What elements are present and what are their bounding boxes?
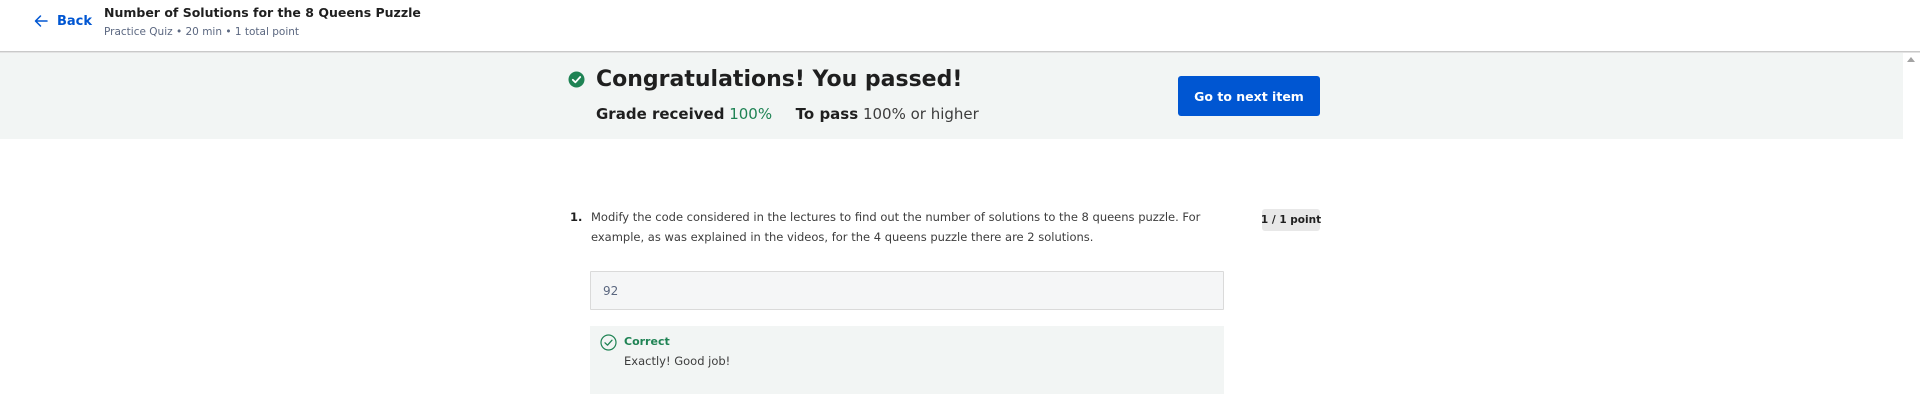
- grade-summary: Grade received 100% To pass 100% or high…: [596, 104, 979, 124]
- scrollbar[interactable]: [1903, 53, 1920, 417]
- quiz-title: Number of Solutions for the 8 Queens Puz…: [104, 5, 421, 20]
- quiz-meta: Practice Quiz • 20 min • 1 total point: [104, 26, 300, 38]
- answer-field[interactable]: [590, 271, 1224, 310]
- check-circle-outline-icon: [600, 334, 617, 351]
- points-badge: 1 / 1 point: [1261, 209, 1321, 231]
- back-label: Back: [57, 13, 93, 29]
- pass-heading: Congratulations! You passed!: [596, 67, 963, 92]
- feedback-message: Exactly! Good job!: [624, 354, 731, 368]
- grade-value: 100%: [729, 105, 773, 123]
- pass-label: To pass: [795, 105, 859, 123]
- question-text: Modify the code considered in the lectur…: [591, 210, 1201, 244]
- feedback-box: Correct Exactly! Good job!: [590, 326, 1224, 394]
- check-circle-filled-icon: [568, 71, 585, 88]
- arrow-left-icon: [34, 15, 48, 27]
- grade-label: Grade received: [596, 105, 725, 123]
- quiz-header: Back Number of Solutions for the 8 Queen…: [0, 0, 1920, 52]
- question-number: 1.: [570, 210, 583, 224]
- back-link[interactable]: Back: [33, 10, 92, 32]
- next-item-button[interactable]: Go to next item: [1178, 76, 1320, 116]
- feedback-status: Correct: [624, 335, 670, 348]
- scroll-up-arrow-icon[interactable]: [1907, 57, 1915, 62]
- pass-threshold: 100% or higher: [862, 105, 979, 123]
- quiz-title-block: Number of Solutions for the 8 Queens Puz…: [104, 5, 421, 39]
